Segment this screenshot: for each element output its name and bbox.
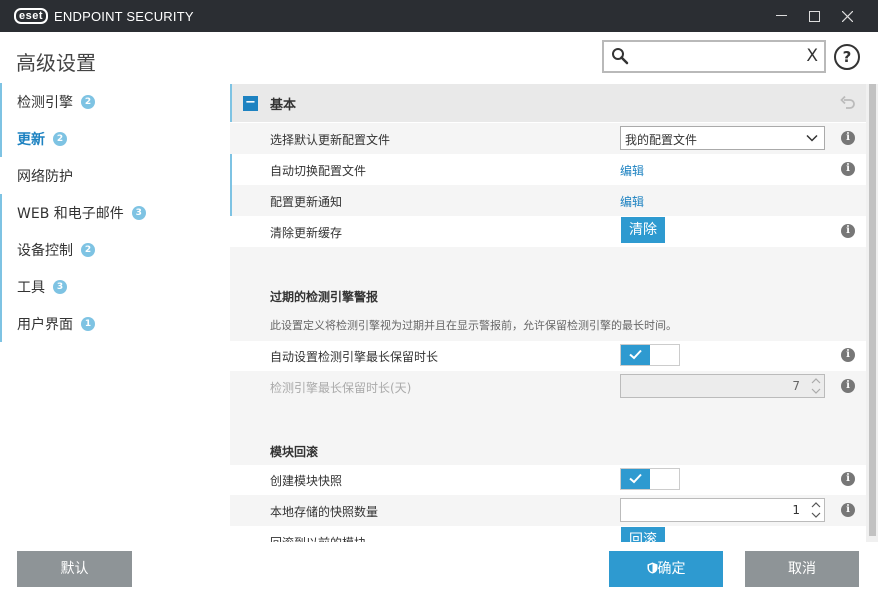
row-label: 清除更新缓存 — [270, 226, 343, 240]
sidebar-item-badge: 3 — [53, 279, 67, 294]
ok-button[interactable]: 确定 — [609, 551, 723, 587]
row-outdated-heading: 过期的检测引擎警报 — [230, 279, 866, 310]
row-label: 回滚到以前的模块 — [270, 534, 366, 542]
sidebar-item-badge: 2 — [81, 242, 95, 257]
info-icon[interactable]: i — [841, 348, 855, 362]
sidebar-item-detection-engine[interactable]: 检测引擎 2 — [0, 83, 230, 120]
maximize-icon[interactable] — [798, 0, 830, 32]
search-icon — [612, 48, 629, 65]
help-icon[interactable]: ? — [834, 44, 860, 70]
revert-icon[interactable] — [840, 95, 856, 111]
row-label: 检测引擎最长保留时长(天) — [270, 381, 412, 395]
default-button[interactable]: 默认 — [17, 551, 132, 587]
toggle-knob — [621, 469, 650, 489]
group-heading: 模块回滚 — [270, 445, 319, 459]
check-icon — [629, 349, 642, 360]
section-title: 基本 — [270, 97, 297, 113]
clear-search-icon[interactable]: X — [806, 46, 818, 66]
group-heading: 过期的检测引擎警报 — [270, 290, 379, 304]
close-icon[interactable] — [831, 0, 863, 32]
row-clear-cache: 清除更新缓存 清除 i — [230, 216, 866, 247]
row-rollback-previous: 回滚到以前的模块 回滚 — [230, 526, 866, 542]
sidebar-item-label: 设备控制 — [17, 242, 73, 259]
stepper-value: 7 — [792, 379, 800, 393]
sidebar-item-badge: 1 — [81, 316, 95, 331]
row-rollback-heading: 模块回滚 — [230, 434, 866, 465]
info-icon[interactable]: i — [841, 503, 855, 517]
product-name: ENDPOINT SECURITY — [54, 8, 194, 24]
clear-cache-button[interactable]: 清除 — [621, 217, 665, 243]
settings-panel: − 基本 选择默认更新配置文件 我的配置文件 i 自动切换配置文件 编辑 i 配… — [230, 84, 866, 542]
row-create-snapshots: 创建模块快照 i — [230, 464, 866, 495]
row-update-notifications: 配置更新通知 编辑 — [230, 185, 866, 216]
profile-select[interactable]: 我的配置文件 — [620, 126, 825, 150]
info-icon[interactable]: i — [841, 162, 855, 176]
max-age-days-stepper[interactable]: 7 — [620, 374, 825, 398]
auto-max-age-toggle[interactable] — [620, 344, 680, 366]
sidebar-item-label: 用户界面 — [17, 316, 73, 333]
title-bar: eset ENDPOINT SECURITY — [0, 0, 878, 32]
row-label: 创建模块快照 — [270, 474, 343, 488]
sidebar-item-web-email[interactable]: WEB 和电子邮件 3 — [0, 194, 230, 231]
sidebar-item-label: 网络防护 — [17, 168, 73, 185]
row-label: 选择默认更新配置文件 — [270, 133, 391, 147]
sidebar-item-label: WEB 和电子邮件 — [17, 205, 124, 222]
eset-logo: eset — [14, 8, 49, 24]
cancel-button[interactable]: 取消 — [745, 551, 859, 587]
sidebar: 检测引擎 2 更新 2 网络防护 WEB 和电子邮件 3 设备控制 2 工具 3… — [0, 83, 230, 342]
sidebar-item-tools[interactable]: 工具 3 — [0, 268, 230, 305]
info-icon[interactable]: i — [841, 224, 855, 238]
edit-link[interactable]: 编辑 — [620, 193, 644, 210]
row-auto-switch-profile: 自动切换配置文件 编辑 i — [230, 154, 866, 185]
create-snapshots-toggle[interactable] — [620, 468, 680, 490]
sidebar-item-badge: 2 — [81, 94, 95, 109]
check-icon — [629, 473, 642, 484]
snapshot-count-stepper[interactable]: 1 — [620, 498, 825, 522]
sidebar-item-label: 检测引擎 — [17, 94, 73, 111]
row-label: 配置更新通知 — [270, 195, 343, 209]
app-logo: eset ENDPOINT SECURITY — [14, 8, 194, 24]
search-input[interactable] — [634, 46, 794, 68]
row-snapshot-count: 本地存储的快照数量 1 i — [230, 495, 866, 526]
info-icon[interactable]: i — [841, 379, 855, 393]
chevron-down-icon — [806, 134, 818, 142]
section-header-basic[interactable]: − 基本 — [230, 84, 866, 122]
row-label: 自动设置检测引擎最长保留时长 — [270, 350, 439, 364]
edit-link[interactable]: 编辑 — [620, 162, 644, 179]
row-outdated-description: 此设置定义将检测引擎视为过期并且在显示警报前，允许保留检测引擎的最长时间。 — [230, 310, 866, 341]
toggle-knob — [621, 345, 650, 365]
stepper-value: 1 — [792, 503, 800, 517]
sidebar-item-label: 更新 — [17, 131, 45, 148]
sidebar-item-update[interactable]: 更新 2 — [0, 120, 230, 157]
sidebar-item-label: 工具 — [17, 279, 45, 296]
sidebar-item-user-interface[interactable]: 用户界面 1 — [0, 305, 230, 342]
search-box: X — [602, 40, 826, 73]
row-auto-max-age: 自动设置检测引擎最长保留时长 i — [230, 340, 866, 371]
row-default-profile: 选择默认更新配置文件 我的配置文件 i — [230, 123, 866, 154]
info-icon[interactable]: i — [841, 472, 855, 486]
ok-button-label: 确定 — [657, 561, 686, 577]
stepper-arrows-icon[interactable] — [808, 499, 824, 521]
row-max-age-days: 检测引擎最长保留时长(天) 7 i — [230, 371, 866, 402]
sidebar-item-network-protection[interactable]: 网络防护 — [0, 157, 230, 194]
scrollbar[interactable] — [866, 84, 878, 542]
minimize-icon[interactable] — [765, 0, 797, 32]
profile-select-value: 我的配置文件 — [625, 133, 698, 147]
shield-icon — [647, 562, 657, 574]
info-icon[interactable]: i — [841, 131, 855, 145]
row-label: 自动切换配置文件 — [270, 164, 367, 178]
stepper-arrows-icon[interactable] — [808, 375, 824, 397]
group-description: 此设置定义将检测引擎视为过期并且在显示警报前，允许保留检测引擎的最长时间。 — [270, 319, 677, 332]
collapse-icon[interactable]: − — [243, 95, 258, 111]
sidebar-item-device-control[interactable]: 设备控制 2 — [0, 231, 230, 268]
page-title: 高级设置 — [16, 51, 96, 75]
spacer — [230, 402, 866, 434]
sidebar-item-badge: 2 — [53, 131, 67, 146]
rollback-button[interactable]: 回滚 — [621, 527, 665, 542]
scrollbar-thumb[interactable] — [869, 84, 876, 536]
sidebar-item-badge: 3 — [131, 205, 146, 220]
spacer — [230, 247, 866, 279]
row-label: 本地存储的快照数量 — [270, 505, 379, 519]
